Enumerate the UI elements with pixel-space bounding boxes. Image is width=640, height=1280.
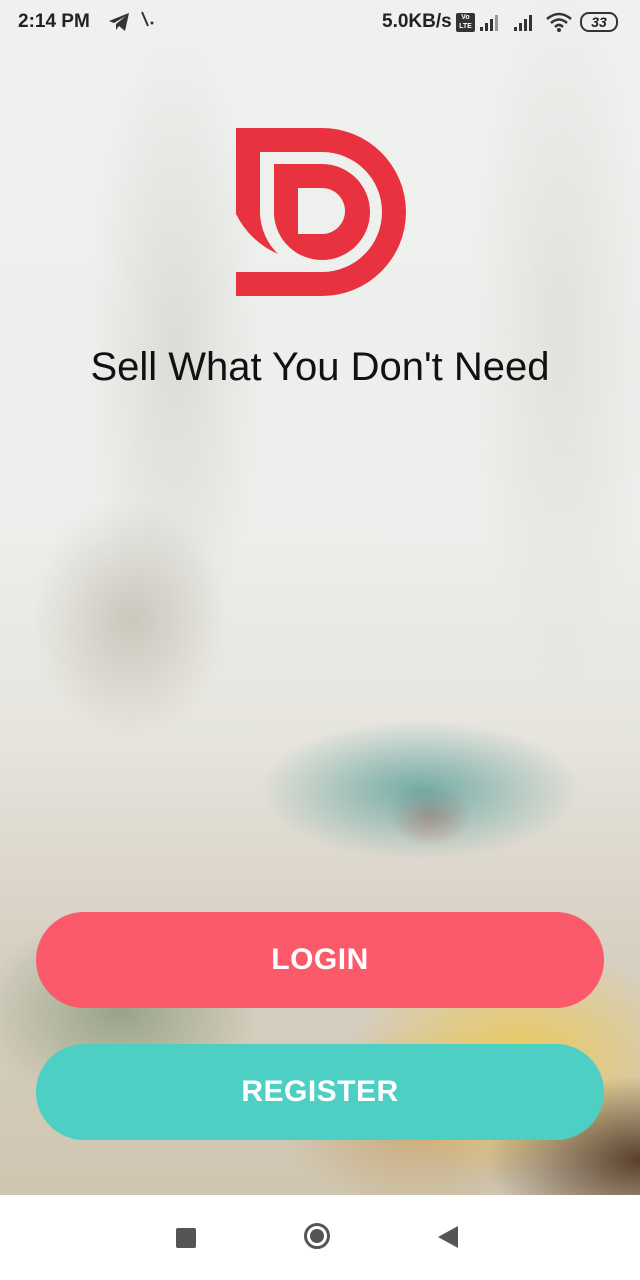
home-icon[interactable] [304, 1223, 330, 1249]
tagline: Sell What You Don't Need [90, 345, 550, 389]
back-icon[interactable] [438, 1226, 458, 1248]
register-button[interactable]: REGISTER [36, 1044, 604, 1140]
brand-logo-icon [236, 128, 406, 296]
signal-icon [478, 13, 504, 37]
navigation-bar [0, 1195, 640, 1280]
status-time: 2:14 PM [18, 11, 90, 32]
network-speed: 5.0KB/s [382, 11, 452, 32]
login-button[interactable]: LOGIN [36, 912, 604, 1008]
volte-badge: Vo LTE [456, 13, 475, 32]
recent-apps-icon[interactable] [176, 1228, 196, 1248]
signal-icon [512, 13, 538, 37]
vpn-icon [140, 10, 156, 36]
telegram-icon [108, 12, 130, 38]
status-bar: 2:14 PM 5.0KB/s Vo LTE 33 [0, 0, 640, 46]
battery-icon: 33 [580, 12, 618, 32]
wifi-icon [546, 12, 572, 38]
